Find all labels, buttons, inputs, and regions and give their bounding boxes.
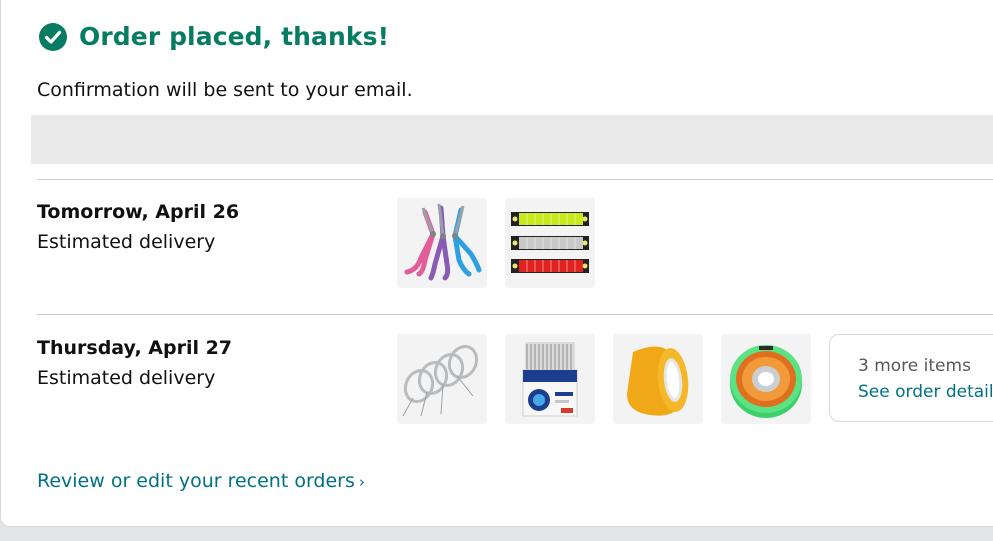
more-items-box[interactable]: 3 more items See order details: [829, 334, 993, 422]
divider: [37, 314, 993, 315]
review-orders-label[interactable]: Review or edit your recent orders: [37, 470, 355, 492]
order-confirmation-card: Order placed, thanks! Confirmation will …: [0, 0, 993, 527]
check-circle-icon: [39, 22, 67, 51]
product-thumbnail-wire-markers[interactable]: [505, 198, 595, 288]
spoke-reflectors-image: [505, 334, 595, 424]
delivery-date: Tomorrow, April 26: [37, 201, 240, 223]
page-title: Order placed, thanks!: [79, 22, 390, 51]
chevron-right-icon: ›: [358, 473, 365, 491]
see-order-details-link[interactable]: See order details: [858, 382, 993, 402]
product-thumbnail-spoke-reflectors[interactable]: [505, 334, 595, 424]
pliers-image: [397, 198, 487, 288]
confirmation-header: Order placed, thanks!: [39, 22, 389, 51]
review-orders-link[interactable]: Review or edit your recent orders ›: [37, 470, 365, 492]
wire-markers-image: [505, 198, 595, 288]
confirmation-message: Confirmation will be sent to your email.: [37, 79, 413, 101]
info-banner-placeholder: [31, 115, 993, 164]
divider: [37, 179, 993, 180]
product-thumbnail-solder-wire[interactable]: [721, 334, 811, 424]
product-thumbnail-tape[interactable]: [613, 334, 703, 424]
product-thumbnail-silver-wire[interactable]: [397, 334, 487, 424]
delivery-label: Estimated delivery: [37, 367, 216, 389]
silver-wire-image: [397, 334, 487, 424]
delivery-label: Estimated delivery: [37, 231, 216, 253]
product-thumbnail-pliers[interactable]: [397, 198, 487, 288]
more-items-count: 3 more items: [858, 356, 971, 376]
tape-roll-image: [613, 334, 703, 424]
solder-spool-image: [721, 334, 811, 424]
delivery-date: Thursday, April 27: [37, 337, 233, 359]
